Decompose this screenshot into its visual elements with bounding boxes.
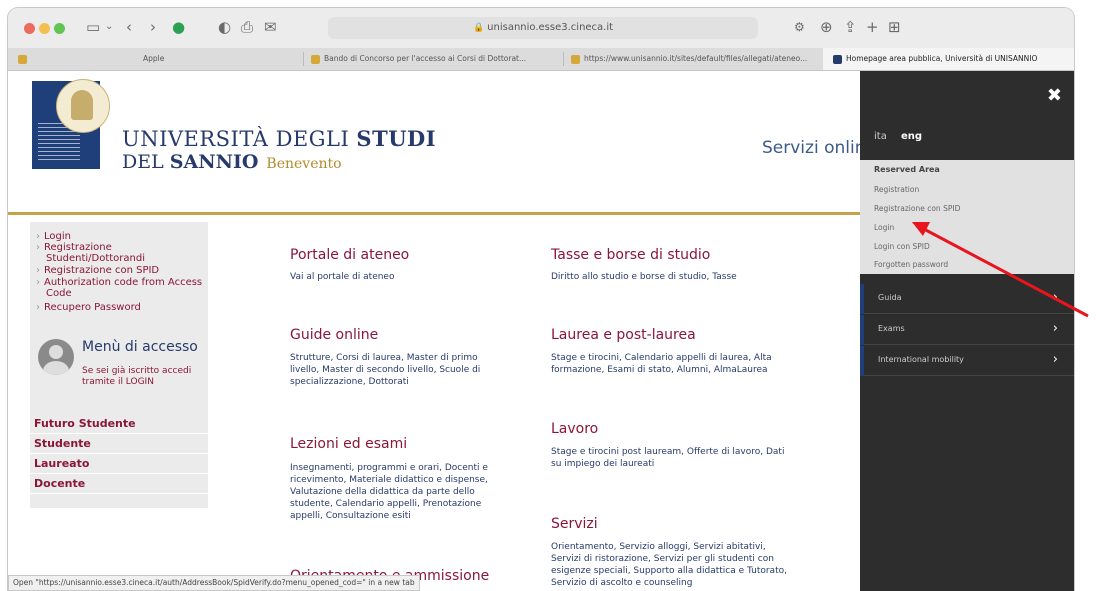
category-futuro-studente[interactable]: Futuro Studente: [30, 414, 208, 434]
menu-description[interactable]: Se sei già iscritto accedi tramite il LO…: [82, 366, 202, 388]
tab-overview-icon[interactable]: ⊞: [888, 17, 901, 37]
browser-toolbar: ▭ ⌄ ‹ › ● ◐ ⎙ ✉ 🔒 unisannio.esse3.cineca.…: [8, 8, 1074, 49]
reserved-item-forgotten-password[interactable]: Forgotten password: [874, 260, 948, 269]
address-text: unisannio.esse3.cineca.it: [487, 22, 614, 33]
university-name-line1: UNIVERSITÀ DEGLI STUDI: [122, 126, 437, 151]
shield-icon[interactable]: ◐: [218, 17, 231, 37]
section-text-guide[interactable]: Strutture, Corsi di laurea, Master di pr…: [290, 352, 505, 388]
sidebar-toggle-icon[interactable]: ▭: [86, 17, 100, 37]
side-menu-panel: ✖ ita eng Reserved Area Registration Reg…: [860, 71, 1074, 591]
panel-item-international-mobility[interactable]: International mobility ›: [860, 346, 1074, 376]
seal-icon: [56, 79, 110, 133]
menu-title: Menù di accesso: [82, 339, 198, 355]
close-icon[interactable]: ✖: [1047, 85, 1062, 106]
share-icon[interactable]: ⇪: [844, 17, 857, 37]
section-title-servizi[interactable]: Servizi: [551, 516, 598, 532]
chevron-down-icon[interactable]: ⌄: [105, 17, 113, 37]
section-title-lavoro[interactable]: Lavoro: [551, 421, 598, 437]
download-icon[interactable]: ⊕: [820, 17, 833, 37]
extensions-icon[interactable]: ⚙: [794, 17, 805, 37]
category-studente[interactable]: Studente: [30, 434, 208, 454]
close-window-button[interactable]: [24, 23, 35, 34]
section-text-lezioni[interactable]: Insegnamenti, programmi e orari, Docenti…: [290, 462, 510, 522]
lang-ita[interactable]: ita: [874, 131, 887, 142]
reserved-item-login[interactable]: Login: [874, 223, 894, 232]
panel-item-guida[interactable]: Guida ›: [860, 284, 1074, 314]
section-title-guide[interactable]: Guide online: [290, 327, 378, 343]
avatar-icon: [38, 339, 74, 375]
tab-bar: Apple Bando di Concorso per l'accesso ai…: [8, 48, 1074, 71]
pinned-tab[interactable]: [18, 48, 30, 70]
sidebar-link-recupero[interactable]: › Recupero Password: [36, 302, 208, 313]
panel-item-exams[interactable]: Exams ›: [860, 315, 1074, 345]
category-laureato[interactable]: Laureato: [30, 454, 208, 474]
section-text-lavoro[interactable]: Stage e tirocini post lauream, Offerte d…: [551, 446, 791, 470]
new-tab-icon[interactable]: +: [866, 17, 879, 37]
lang-eng[interactable]: eng: [901, 131, 922, 142]
section-title-lezioni[interactable]: Lezioni ed esami: [290, 436, 407, 452]
section-title-laurea[interactable]: Laurea e post-laurea: [551, 327, 696, 343]
print-icon[interactable]: ⎙: [241, 17, 253, 37]
category-docente[interactable]: Docente: [30, 474, 208, 494]
section-text-portale[interactable]: Vai al portale di ateneo: [290, 271, 510, 283]
zoom-window-button[interactable]: [54, 23, 65, 34]
forward-icon[interactable]: ›: [150, 17, 156, 37]
sidebar-link-login[interactable]: › Login: [36, 231, 208, 242]
chevron-right-icon: ›: [1052, 290, 1058, 305]
reserved-area: Reserved Area Registration Registrazione…: [860, 160, 1074, 274]
section-title-portale[interactable]: Portale di ateneo: [290, 247, 409, 263]
tab-bando[interactable]: Bando di Concorso per l'accesso ai Corsi…: [311, 48, 551, 70]
university-logo: [32, 79, 110, 169]
sidebar: › Login › Registrazione Studenti/Dottorand…: [30, 222, 208, 508]
back-icon[interactable]: ‹: [126, 17, 132, 37]
tab-pdf[interactable]: https://www.unisannio.it/sites/default/f…: [571, 48, 811, 70]
sidebar-link-registrazione[interactable]: › Registrazione Studenti/Dottorandi: [36, 242, 208, 264]
sidebar-link-authorization[interactable]: › Authorization code from Access Code: [36, 277, 208, 299]
minimize-window-button[interactable]: [39, 23, 50, 34]
reserved-item-registration[interactable]: Registration: [874, 185, 919, 194]
reserved-item-spid-registration[interactable]: Registrazione con SPID: [874, 204, 960, 213]
chevron-right-icon: ›: [1052, 352, 1058, 367]
section-text-laurea[interactable]: Stage e tirocini, Calendario appelli di …: [551, 352, 791, 376]
university-name-line2: DEL SANNIO Benevento: [122, 151, 342, 173]
tab-homepage[interactable]: Homepage area pubblica, Università di UN…: [823, 48, 1074, 70]
lock-icon: 🔒: [472, 23, 485, 33]
section-title-tasse[interactable]: Tasse e borse di studio: [551, 247, 710, 263]
tab-apple[interactable]: Apple: [143, 48, 263, 70]
mail-icon[interactable]: ✉: [264, 17, 277, 37]
section-text-tasse[interactable]: Diritto allo studio e borse di studio, T…: [551, 271, 781, 283]
reserved-item-login-spid[interactable]: Login con SPID: [874, 242, 930, 251]
grammarly-icon[interactable]: ●: [172, 17, 185, 37]
address-bar[interactable]: 🔒 unisannio.esse3.cineca.it: [328, 17, 758, 39]
servizi-online-title: Servizi online: [762, 138, 876, 158]
sidebar-link-spid[interactable]: › Registrazione con SPID: [36, 265, 208, 276]
browser-window: ▭ ⌄ ‹ › ● ◐ ⎙ ✉ 🔒 unisannio.esse3.cineca.…: [8, 8, 1074, 591]
section-text-servizi[interactable]: Orientamento, Servizio alloggi, Servizi …: [551, 541, 791, 589]
status-bar: Open "https://unisannio.esse3.cineca.it/…: [8, 575, 420, 591]
chevron-right-icon: ›: [1052, 321, 1058, 336]
reserved-area-header: Reserved Area: [874, 165, 940, 174]
